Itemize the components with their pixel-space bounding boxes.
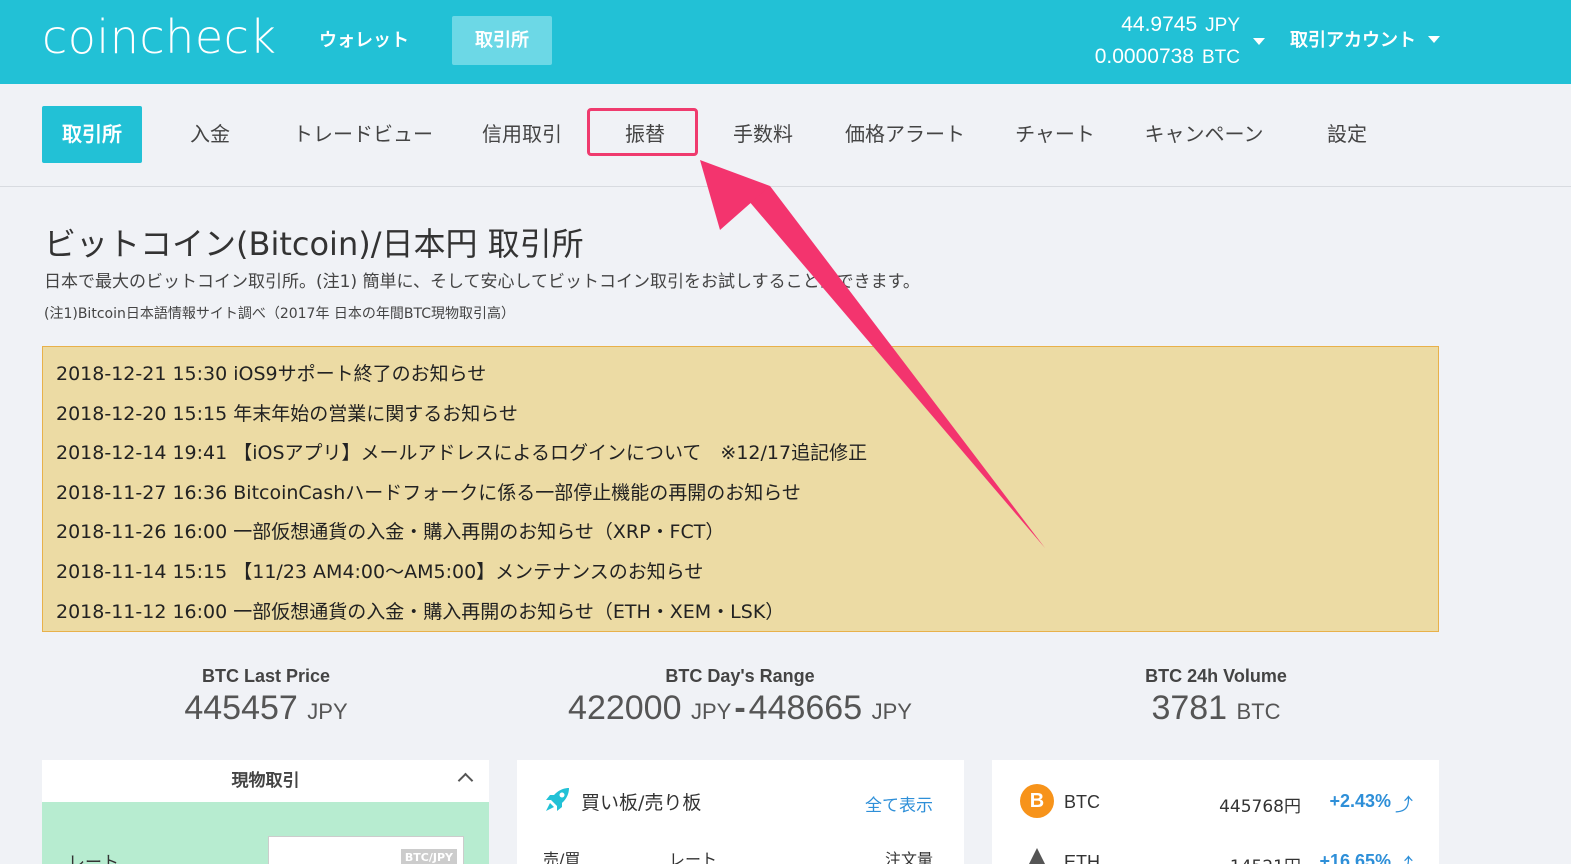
news-item[interactable]: 2018-12-20 15:15 年末年始の営業に関するお知らせ: [56, 395, 1425, 435]
sub-navigation: 取引所 入金 トレードビュー 信用取引 振替 手数料 価格アラート チャート キ…: [0, 84, 1571, 187]
stat-label: BTC Last Price: [201, 666, 331, 686]
stat-label: BTC 24h Volume: [1145, 666, 1287, 686]
nav-wallet[interactable]: ウォレット: [296, 16, 432, 65]
coin-change: +2.43%: [1329, 791, 1391, 811]
show-all-link[interactable]: 全て表示: [865, 791, 933, 816]
subnav-price-alert[interactable]: 価格アラート: [830, 106, 980, 163]
range-high-value: 448665: [748, 689, 863, 727]
account-menu[interactable]: 取引アカウント: [1290, 26, 1416, 52]
news-item[interactable]: 2018-12-21 15:30 iOS9サポート終了のお知らせ: [56, 355, 1425, 395]
rocket-icon: [546, 788, 569, 811]
stat-value: 445457 JPY: [150, 689, 382, 728]
transfer-highlight-box: [587, 108, 698, 156]
range-low-value: 422000: [568, 689, 682, 727]
account-dropdown-icon[interactable]: [1428, 36, 1440, 43]
subnav-settings[interactable]: 設定: [1306, 106, 1388, 163]
order-book-title: 買い板/売り板: [581, 792, 702, 814]
stat-value: 3781 BTC: [1110, 689, 1322, 728]
news-item[interactable]: 2018-11-26 16:00 一部仮想通貨の入金・購入再開のお知らせ（XRP…: [56, 513, 1425, 553]
bitcoin-icon: B: [1020, 784, 1054, 818]
news-item[interactable]: 2018-11-14 15:15 【11/23 AM4:00〜AM5:00】メン…: [56, 553, 1425, 593]
news-list: 2018-12-21 15:30 iOS9サポート終了のお知らせ 2018-12…: [42, 346, 1439, 632]
stat-label: BTC Day's Range: [665, 666, 815, 686]
range-low-unit: JPY: [690, 699, 732, 724]
news-item[interactable]: 2018-11-27 16:36 BitcoinCashハードフォークに係る一部…: [56, 474, 1425, 514]
subnav-exchange[interactable]: 取引所: [42, 106, 142, 163]
col-side: 売/買: [543, 850, 581, 864]
coin-symbol: ETH: [1064, 852, 1100, 864]
trend-up-icon: ⤴: [1395, 851, 1413, 864]
rate-label: レート: [68, 853, 119, 864]
btc-unit: BTC: [1202, 47, 1240, 68]
order-book-panel: 買い板/売り板 全て表示 売/買 レート 注文量: [517, 760, 964, 864]
stat-day-range: BTC Day's Range 422000 JPY-448665 JPY: [540, 666, 940, 728]
col-rate: レート: [669, 850, 718, 864]
ethereum-icon: [1026, 848, 1048, 864]
last-price-value: 445457: [184, 689, 298, 727]
col-amount: 注文量: [885, 850, 934, 864]
spot-panel-body: レート BTC/JPY: [42, 802, 489, 864]
spot-trading-panel: 現物取引 レート BTC/JPY: [42, 760, 489, 864]
chevron-up-icon[interactable]: [457, 772, 474, 789]
last-price-unit: JPY: [307, 699, 348, 724]
range-high-unit: JPY: [871, 699, 912, 724]
stat-last-price: BTC Last Price 445457 JPY: [150, 666, 382, 728]
stat-value: 422000 JPY-448665 JPY: [540, 689, 940, 728]
top-header: coincheck ウォレット 取引所 44.9745 JPY 0.0000738…: [0, 0, 1571, 84]
coin-row-btc[interactable]: B BTC 445768円 +2.43% ⤴: [992, 784, 1439, 824]
news-item[interactable]: 2018-11-12 16:00 一部仮想通貨の入金・購入再開のお知らせ（ETH…: [56, 593, 1425, 633]
subnav-deposit[interactable]: 入金: [170, 106, 250, 163]
page-description: 日本で最大のビットコイン取引所。(注1) 簡単に、そして安心してビットコイン取引…: [44, 272, 920, 292]
subnav-chart[interactable]: チャート: [1002, 106, 1108, 163]
subnav-tradeview[interactable]: トレードビュー: [280, 106, 446, 163]
coincheck-logo[interactable]: coincheck: [42, 10, 277, 64]
balance-dropdown-icon[interactable]: [1253, 38, 1265, 45]
news-item[interactable]: 2018-12-14 19:41 【iOSアプリ】メールアドレスによるログインに…: [56, 434, 1425, 474]
subnav-fees[interactable]: 手数料: [718, 106, 808, 163]
pair-tag: BTC/JPY: [400, 849, 457, 864]
range-separator: -: [734, 689, 746, 727]
coin-row-eth[interactable]: ETH 14521円 +16.65% ⤴: [992, 844, 1439, 864]
coin-price: 445768円: [1219, 797, 1301, 817]
rate-input[interactable]: BTC/JPY: [268, 836, 464, 864]
subnav-margin[interactable]: 信用取引: [470, 106, 574, 163]
trend-up-icon: ⤴: [1395, 795, 1413, 816]
nav-exchange[interactable]: 取引所: [452, 16, 552, 65]
subnav-campaign[interactable]: キャンペーン: [1130, 106, 1278, 163]
jpy-balance: 44.9745: [1121, 13, 1198, 36]
coin-prices-panel: B BTC 445768円 +2.43% ⤴ ETH 14521円 +16.65…: [992, 760, 1439, 864]
btc-balance: 0.0000738: [1094, 45, 1194, 68]
volume-value: 3781: [1151, 689, 1228, 727]
balance-display[interactable]: 44.9745 JPY 0.0000738 BTC: [1095, 9, 1240, 73]
coin-price: 14521円: [1230, 852, 1301, 864]
jpy-unit: JPY: [1205, 15, 1240, 36]
stat-volume: BTC 24h Volume 3781 BTC: [1110, 666, 1322, 728]
page-title: ビットコイン(Bitcoin)/日本円 取引所: [44, 225, 584, 263]
coin-symbol: BTC: [1064, 792, 1100, 812]
spot-panel-title: 現物取引: [231, 771, 300, 791]
volume-unit: BTC: [1236, 699, 1281, 724]
coin-change: +16.65%: [1319, 851, 1391, 864]
spot-panel-header[interactable]: 現物取引: [42, 760, 489, 802]
page-note: (注1)Bitcoin日本語情報サイト調べ（2017年 日本の年間BTC現物取引…: [44, 306, 516, 322]
